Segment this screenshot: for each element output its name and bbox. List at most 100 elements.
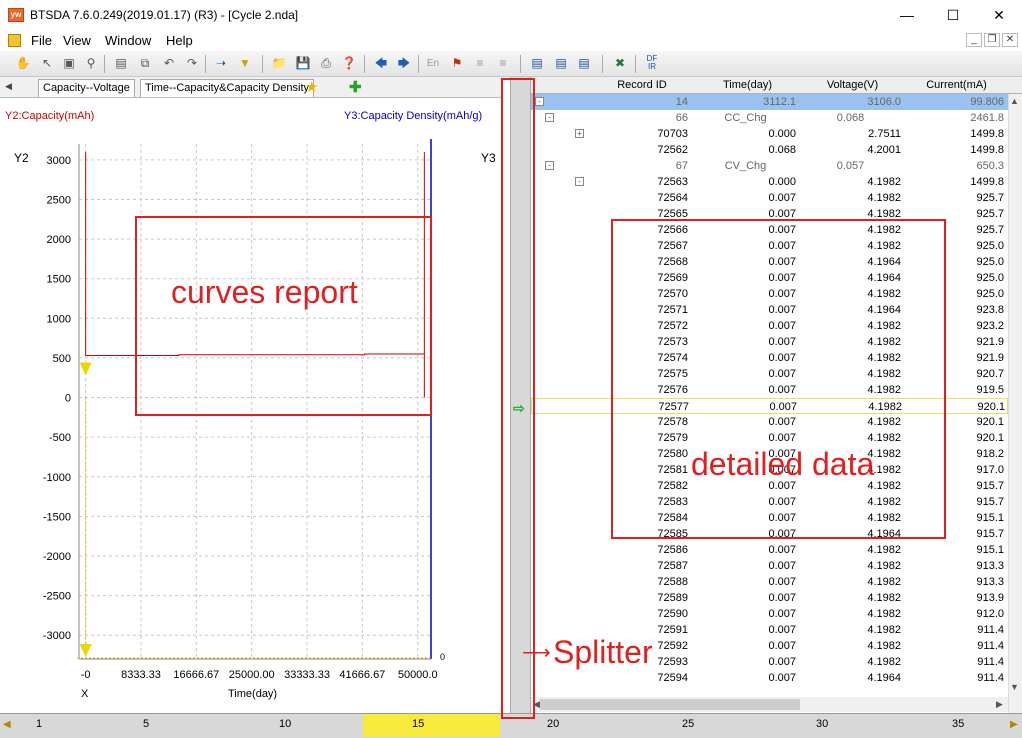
mdi-close-button[interactable]: ✕: [1002, 33, 1018, 47]
align-right-icon[interactable]: ≡: [494, 55, 512, 72]
vertical-scrollbar[interactable]: [1008, 94, 1022, 716]
collapse-icon[interactable]: -: [535, 97, 544, 106]
table-row[interactable]: 72594 0.007 4.1964 911.4: [531, 670, 1008, 686]
step-group-row[interactable]: 66 CC_Chg 0.068 2461.8 -: [531, 110, 1008, 126]
header-current[interactable]: Current(mA): [905, 79, 1008, 91]
table-row[interactable]: 72562 0.068 4.2001 1499.8: [531, 142, 1008, 158]
y-tick-label: 2000: [47, 234, 71, 246]
open-folder-icon[interactable]: 📁: [270, 55, 288, 72]
splitter-annotation-box: [501, 78, 535, 719]
menu-view[interactable]: View: [63, 33, 91, 48]
help-icon[interactable]: ❓: [340, 55, 358, 72]
expand-icon[interactable]: +: [575, 129, 584, 138]
scroll-up-icon[interactable]: ▲: [1010, 96, 1019, 106]
y-tick-label: 2500: [47, 194, 71, 206]
time-cell: 0.000: [768, 176, 796, 188]
table-row[interactable]: 72587 0.007 4.1982 913.3: [531, 558, 1008, 574]
table-row[interactable]: 72590 0.007 4.1982 912.0: [531, 606, 1008, 622]
excel-export-icon[interactable]: ✖: [611, 55, 629, 72]
mdi-minimize-button[interactable]: _: [966, 33, 982, 47]
time-cell: 0.007: [768, 624, 796, 636]
print-icon[interactable]: ⎙: [317, 55, 335, 72]
align-left-icon[interactable]: ≡: [471, 55, 489, 72]
record-id-cell: 67: [675, 160, 688, 172]
app-icon: yw: [8, 8, 24, 22]
maximize-button[interactable]: ☐: [930, 0, 976, 30]
record-id-cell: 72594: [657, 672, 688, 684]
tab-scroll-left-icon[interactable]: ◀: [5, 81, 12, 92]
table-row[interactable]: 72563 0.000 4.1982 1499.8 -: [531, 174, 1008, 190]
table-row[interactable]: 72588 0.007 4.1982 913.3: [531, 574, 1008, 590]
copy-chart-icon[interactable]: ⧉: [136, 55, 154, 72]
x-axis-title: Time(day): [228, 688, 278, 700]
menu-help[interactable]: Help: [166, 33, 193, 48]
time-cell: 0.007: [768, 672, 796, 684]
mdi-restore-button[interactable]: ❐: [984, 33, 1000, 47]
print-preview-icon[interactable]: ▤: [112, 55, 130, 72]
cycle-range-highlight[interactable]: [363, 714, 500, 737]
header-record-id[interactable]: Record ID: [592, 79, 692, 91]
current-cell: 650.3: [976, 160, 1004, 172]
scroll-down-icon[interactable]: ▼: [1010, 682, 1019, 692]
table-row[interactable]: 72564 0.007 4.1982 925.7: [531, 190, 1008, 206]
zoom-icon[interactable]: ⚲: [82, 55, 100, 72]
table-row[interactable]: 72589 0.007 4.1982 913.9: [531, 590, 1008, 606]
line-tool-icon[interactable]: ➝: [212, 55, 230, 72]
back-arrow-icon[interactable]: 🡄: [372, 55, 390, 72]
minimize-button[interactable]: —: [884, 0, 930, 30]
collapse-icon[interactable]: -: [575, 177, 584, 186]
table-row[interactable]: 70703 0.000 2.7511 1499.8 +: [531, 126, 1008, 142]
current-cell: 99.806: [970, 96, 1004, 108]
current-cell: 2461.8: [970, 112, 1004, 124]
y-tick-label: -2000: [43, 551, 71, 563]
selected-cycle-row[interactable]: 14 3112.1 3106.0 99.806 -: [531, 94, 1008, 110]
time-cell: 0.068: [768, 144, 796, 156]
table-filter-icon[interactable]: ▤: [575, 55, 593, 72]
cycle-right-icon[interactable]: ▶: [1010, 719, 1018, 730]
y-tick-label: -1500: [43, 511, 71, 523]
language-icon[interactable]: En: [424, 55, 442, 72]
filter-icon[interactable]: ▼: [236, 55, 254, 72]
undo-icon[interactable]: ↶: [160, 55, 178, 72]
cycle-left-icon[interactable]: ◀: [3, 719, 11, 730]
voltage-cell: 4.1982: [867, 624, 901, 636]
collapse-icon[interactable]: -: [545, 161, 554, 170]
current-cell: 1499.8: [970, 128, 1004, 140]
current-cell: 912.0: [976, 608, 1004, 620]
voltage-cell: 4.1982: [867, 560, 901, 572]
forward-arrow-icon[interactable]: 🡆: [395, 55, 413, 72]
header-voltage[interactable]: Voltage(V): [800, 79, 905, 91]
tab-time-capacity[interactable]: Time--Capacity&Capacity Density: [140, 79, 315, 97]
menu-file[interactable]: File: [31, 33, 52, 48]
marker-icon[interactable]: ⚑: [448, 55, 466, 72]
table-row[interactable]: 72586 0.007 4.1982 915.1: [531, 542, 1008, 558]
current-cell: 915.1: [976, 544, 1004, 556]
favorite-star-icon[interactable]: ★: [305, 78, 318, 96]
time-cell: 0.007: [768, 544, 796, 556]
tab-capacity-voltage[interactable]: Capacity--Voltage: [38, 79, 135, 97]
current-cell: 911.4: [977, 656, 1004, 668]
voltage-cell: 4.1964: [867, 672, 901, 684]
close-button[interactable]: ✕: [976, 0, 1022, 30]
menu-bar: [0, 30, 1022, 51]
scroll-right-icon[interactable]: ▶: [996, 699, 1003, 710]
table-view-icon[interactable]: ▤: [528, 55, 546, 72]
horizontal-scroll-thumb[interactable]: [540, 699, 800, 710]
table-detail-icon[interactable]: ▤: [552, 55, 570, 72]
pointer-icon[interactable]: ↖: [38, 55, 56, 72]
header-time[interactable]: Time(day): [695, 79, 800, 91]
time-cell: CV_Chg: [724, 160, 767, 172]
hand-pan-icon[interactable]: ✋: [14, 55, 32, 72]
step-group-row[interactable]: 67 CV_Chg 0.057 650.3 -: [531, 158, 1008, 174]
data-convert-icon[interactable]: DF IR: [643, 55, 661, 72]
y3-zero-label: 0: [440, 652, 446, 662]
redo-icon[interactable]: ↷: [183, 55, 201, 72]
add-tab-icon[interactable]: ✚: [349, 78, 362, 96]
menu-window[interactable]: Window: [105, 33, 151, 48]
voltage-cell: 4.1982: [867, 192, 901, 204]
voltage-cell: 4.1982: [867, 640, 901, 652]
zoom-region-icon[interactable]: ▣: [60, 55, 78, 72]
save-icon[interactable]: 💾: [294, 55, 312, 72]
cycle-tick: 35: [952, 718, 965, 730]
collapse-icon[interactable]: -: [545, 113, 554, 122]
